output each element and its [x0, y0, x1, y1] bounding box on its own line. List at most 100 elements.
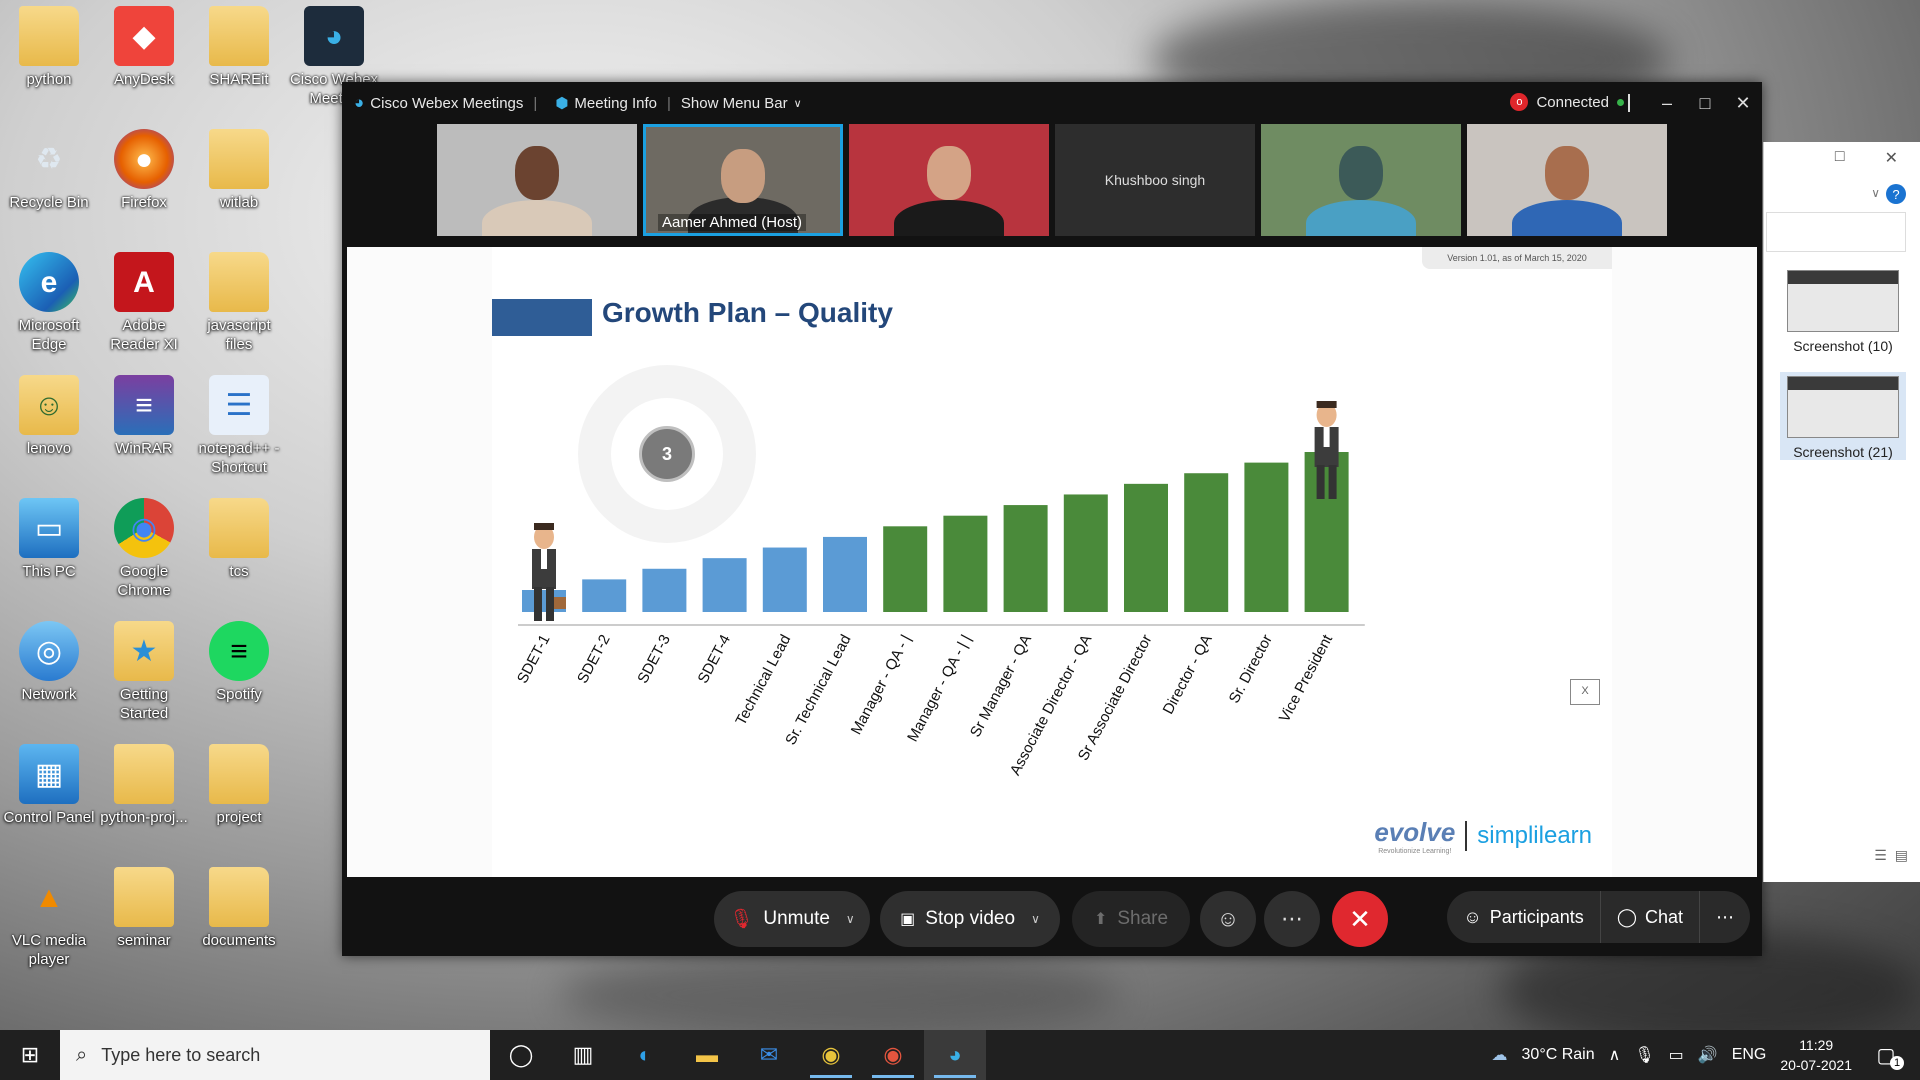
thumbnail-view-icon[interactable]: ▤: [1895, 847, 1908, 864]
chart-bar: [1184, 473, 1229, 612]
desktop-icon-winrar[interactable]: ≡ WinRAR: [97, 375, 191, 458]
recording-icon: o: [1510, 93, 1529, 111]
folder-search-input[interactable]: [1766, 212, 1906, 252]
participant-tile[interactable]: [1467, 124, 1667, 236]
taskbar-webex[interactable]: ◕: [924, 1030, 986, 1080]
battery-icon[interactable]: ▭: [1669, 1045, 1684, 1065]
desktop-icon-notepad-shortcut[interactable]: ☰ notepad++ - Shortcut: [192, 375, 286, 477]
desktop-icon-documents[interactable]: documents: [192, 867, 286, 950]
desktop-icon-label: python-proj...: [100, 809, 188, 826]
desktop-icon-project[interactable]: project: [192, 744, 286, 827]
maximize-icon[interactable]: □: [1686, 82, 1724, 124]
participant-name-label: Aamer Ahmed (Host): [658, 214, 807, 231]
network-icon: ◎: [19, 621, 79, 681]
participant-tile[interactable]: Khushboo singh: [1055, 124, 1255, 236]
panel-more-button[interactable]: ⋯: [1700, 891, 1750, 943]
participants-button[interactable]: ☺ Participants: [1447, 891, 1601, 943]
desktop-icon-label: AnyDesk: [113, 71, 175, 88]
taskbar-search[interactable]: ⌕ Type here to search: [60, 1030, 490, 1080]
screenshot-thumbnail[interactable]: Screenshot (21): [1780, 372, 1906, 460]
desktop-icon-seminar[interactable]: seminar: [97, 867, 191, 950]
desktop-icon-this-pc[interactable]: ▭ This PC: [2, 498, 96, 581]
screenshot-thumbnail[interactable]: Screenshot (10): [1780, 270, 1906, 354]
reactions-button[interactable]: ☺: [1200, 891, 1256, 947]
language-indicator[interactable]: ENG: [1732, 1046, 1767, 1064]
more-icon: ⋯: [1716, 906, 1734, 927]
slide-close-box[interactable]: X: [1570, 679, 1600, 705]
unmute-button[interactable]: 🎙 Unmute ∨: [714, 891, 870, 947]
end-meeting-button[interactable]: ✕: [1332, 891, 1388, 947]
desktop-icon-shareit[interactable]: SHAREit: [192, 6, 286, 89]
taskbar: ⊞ ⌕ Type here to search ◯ ▥ ◐ ▬ ✉ ◉ ◉ ◕ …: [0, 1030, 1920, 1080]
more-options-button[interactable]: ⋯: [1264, 891, 1320, 947]
share-button[interactable]: ⬆ Share: [1072, 891, 1190, 947]
cortana-button[interactable]: ◯: [490, 1030, 552, 1080]
chart-tick-label: Technical Lead: [732, 632, 794, 728]
desktop-icon-label: Recycle Bin: [9, 194, 89, 211]
cortana-circle-icon: ◯: [508, 1042, 534, 1067]
desktop-icon-control-panel[interactable]: ▦ Control Panel: [2, 744, 96, 827]
show-menu-bar-button[interactable]: Show Menu Bar ∨: [681, 95, 802, 112]
desktop-icon-anydesk[interactable]: ◆ AnyDesk: [97, 6, 191, 89]
start-button[interactable]: ⊞: [0, 1030, 60, 1080]
desktop-icon-lenovo[interactable]: ☺ lenovo: [2, 375, 96, 458]
participant-tile[interactable]: [437, 124, 637, 236]
desktop-icon-label: witlab: [219, 194, 259, 211]
desktop-icon-label: documents: [202, 932, 276, 949]
desktop-icon-firefox[interactable]: ● Firefox: [97, 129, 191, 212]
taskbar-file-explorer[interactable]: ▬: [676, 1030, 738, 1080]
businessman-part: [534, 523, 554, 530]
microphone-icon[interactable]: 🎙: [1634, 1045, 1654, 1065]
details-view-icon[interactable]: ☰: [1874, 847, 1887, 864]
close-icon[interactable]: ✕: [1724, 82, 1762, 124]
video-camera-icon: ▣: [900, 911, 916, 928]
notifications-button[interactable]: ▢ 1: [1866, 1043, 1906, 1070]
desktop-icon-recycle-bin[interactable]: ♻ Recycle Bin: [2, 129, 96, 212]
taskbar-mail[interactable]: ✉: [738, 1030, 800, 1080]
clock[interactable]: 11:29 20-07-2021: [1780, 1035, 1852, 1075]
meeting-info-button[interactable]: ⬢ Meeting Info: [555, 94, 657, 113]
desktop-icon-vlc-media-player[interactable]: ▲ VLC media player: [2, 867, 96, 969]
participant-tile[interactable]: [1261, 124, 1461, 236]
desktop-icon-python-proj[interactable]: python-proj...: [97, 744, 191, 827]
desktop-icon-network[interactable]: ◎ Network: [2, 621, 96, 704]
maximize-icon[interactable]: □: [1835, 148, 1845, 174]
desktop-icon-adobe-reader-xi[interactable]: A Adobe Reader XI: [97, 252, 191, 354]
taskbar-edge[interactable]: ◐: [614, 1030, 676, 1080]
chevron-down-icon[interactable]: ∨: [846, 912, 855, 926]
desktop-icon-python[interactable]: python: [2, 6, 96, 89]
folder-icon: [209, 498, 269, 558]
businessman-part: [1316, 465, 1325, 499]
help-icon[interactable]: ?: [1886, 184, 1906, 204]
user-folder-icon: ☺: [19, 375, 79, 435]
taskbar-chrome-2[interactable]: ◉: [862, 1030, 924, 1080]
volume-icon[interactable]: 🔊: [1698, 1045, 1718, 1065]
folder-icon: [19, 6, 79, 66]
desktop-icon-microsoft-edge[interactable]: e Microsoft Edge: [2, 252, 96, 354]
stop-video-button[interactable]: ▣ Stop video ∨: [880, 891, 1060, 947]
participant-tile[interactable]: Aamer Ahmed (Host): [643, 124, 843, 236]
taskbar-chrome-1[interactable]: ◉: [800, 1030, 862, 1080]
chart-tick-label: Sr. Technical Lead: [782, 632, 854, 748]
chevron-down-icon[interactable]: ∨: [1031, 912, 1040, 926]
chevron-down-icon[interactable]: ∨: [1871, 186, 1880, 200]
participant-video: [1306, 200, 1416, 236]
chat-button[interactable]: ◯ Chat: [1601, 891, 1700, 943]
businessman-part: [1316, 401, 1337, 408]
desktop-icon-label: Firefox: [121, 194, 167, 211]
businessman-part: [534, 587, 542, 621]
desktop-icon-witlab[interactable]: witlab: [192, 129, 286, 212]
weather-text[interactable]: 30°C Rain: [1522, 1046, 1595, 1064]
close-icon[interactable]: ✕: [1885, 148, 1898, 174]
folder-window-controls: □ ✕: [1764, 142, 1920, 174]
desktop-icon-getting-started[interactable]: ★ Getting Started: [97, 621, 191, 723]
desktop-icon-javascript-files[interactable]: javascript files: [192, 252, 286, 354]
task-view-button[interactable]: ▥: [552, 1030, 614, 1080]
chevron-up-icon[interactable]: ∧: [1609, 1045, 1621, 1065]
minimize-icon[interactable]: –: [1648, 82, 1686, 124]
desktop-icon-tcs[interactable]: tcs: [192, 498, 286, 581]
desktop-icon-spotify[interactable]: ≡ Spotify: [192, 621, 286, 704]
desktop-icon-google-chrome[interactable]: ◉ Google Chrome: [97, 498, 191, 600]
presentation-slide: Version 1.01, as of March 15, 2020 Growt…: [492, 247, 1612, 877]
participant-tile[interactable]: [849, 124, 1049, 236]
